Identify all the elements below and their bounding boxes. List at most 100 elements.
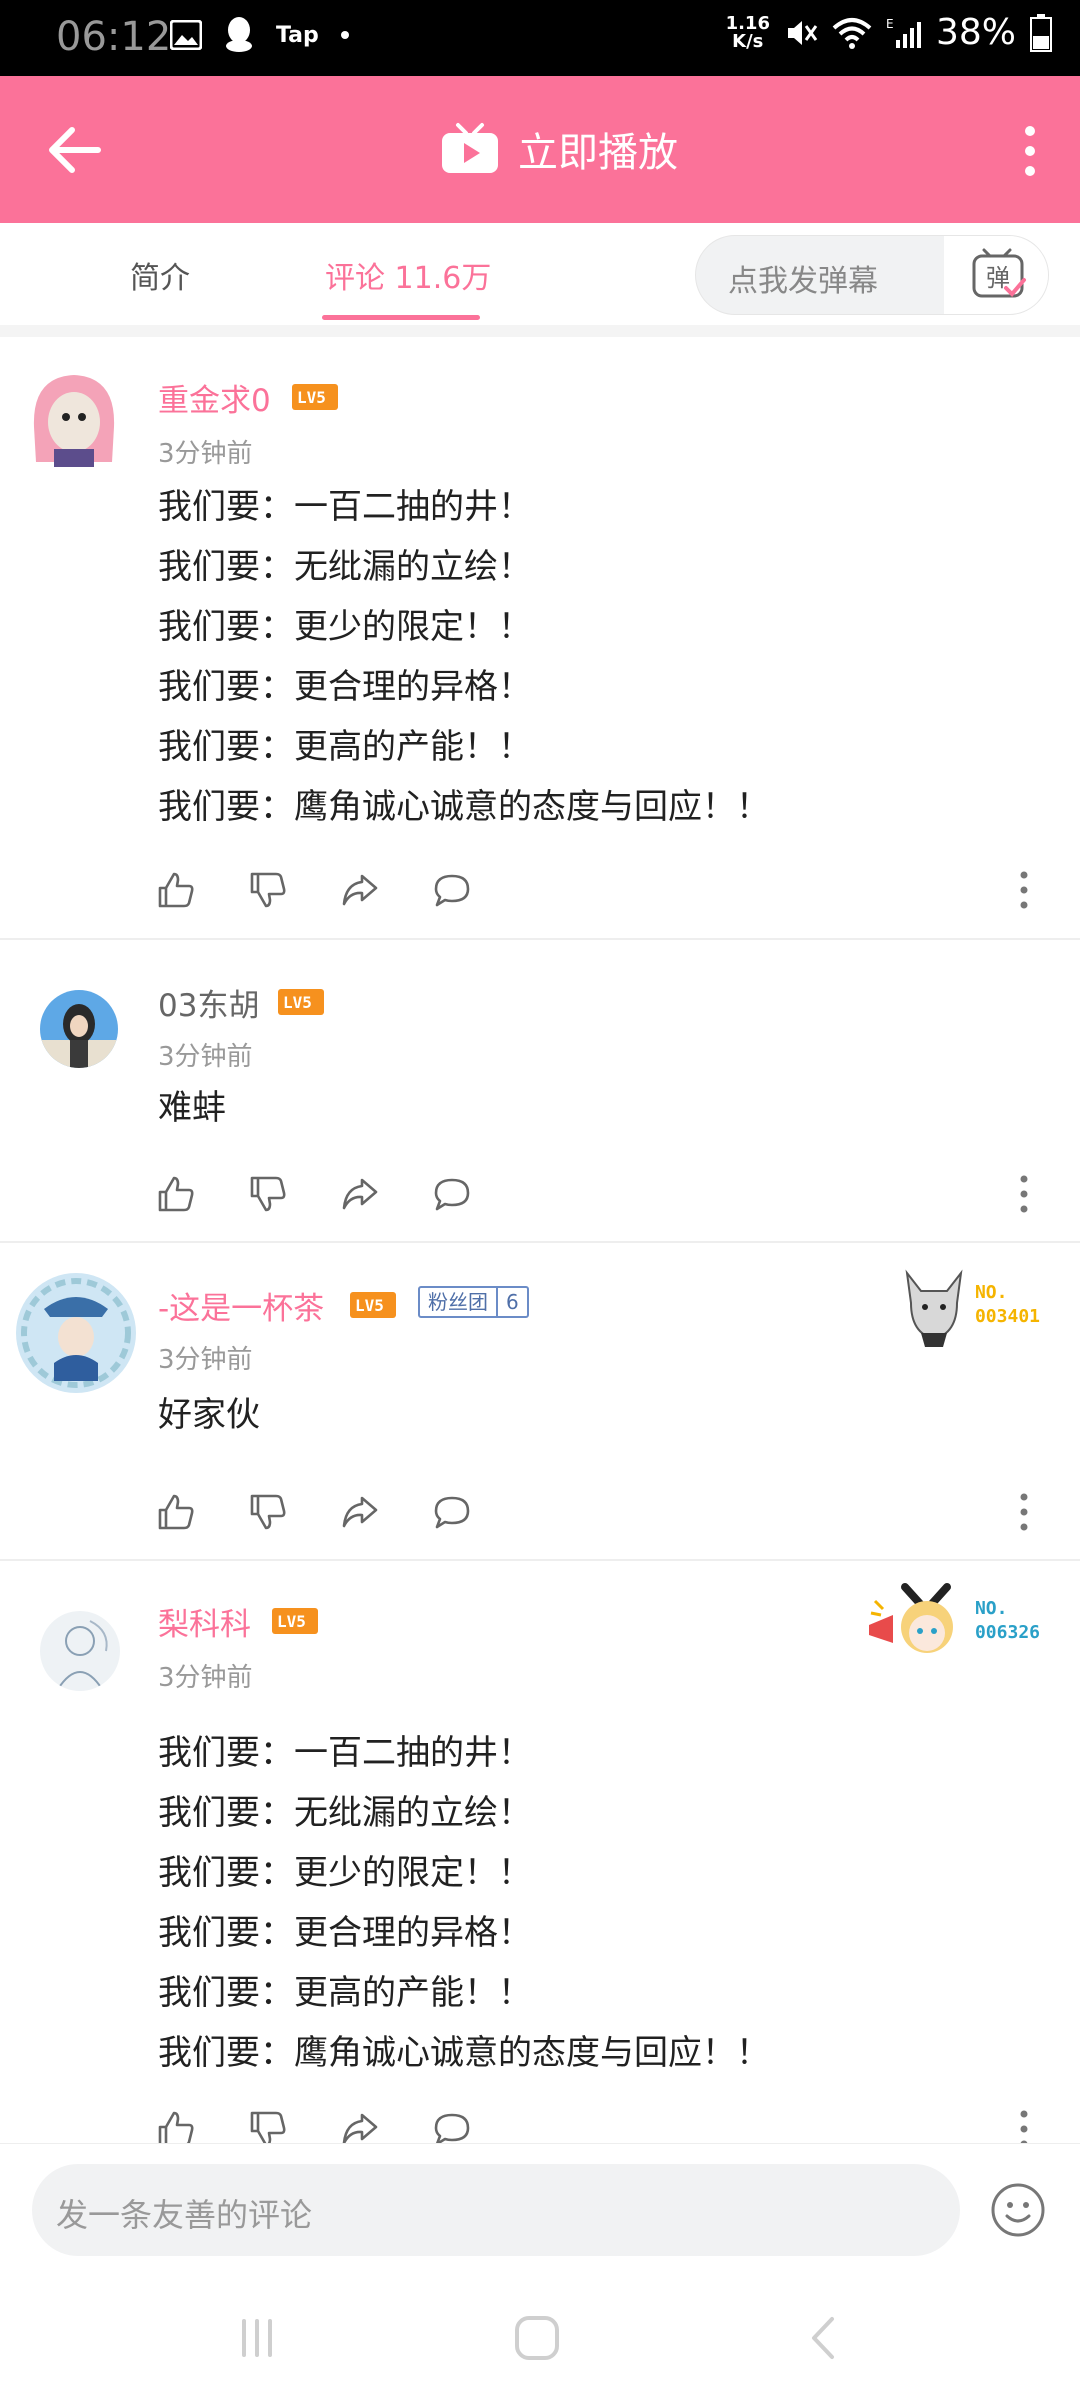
mute-icon [787,20,818,45]
wolf-mascot-icon [905,1269,963,1347]
share-icon[interactable] [340,870,380,910]
status-time: 06:12 [56,14,172,60]
svg-text:LV5: LV5 [277,1612,306,1631]
comment-body: 我们要：一百二抽的井！ 我们要：无纰漏的立绘！ 我们要：更少的限定！！ 我们要：… [158,1723,770,2083]
image-icon [170,20,202,50]
comment-line: 我们要：鹰角诚心诚意的态度与回应！！ [158,787,770,827]
more-vertical-icon[interactable] [1010,121,1050,181]
comment-time: 3分钟前 [158,1042,253,1072]
share-icon[interactable] [340,1492,380,1532]
dot-icon [340,31,349,39]
avatar-image [33,375,115,467]
avatar[interactable] [40,990,118,1068]
collection-card[interactable]: NO. 003401 [899,1263,1040,1347]
comment-time: 3分钟前 [158,1663,253,1693]
comment-actions [156,1174,472,1214]
collection-number: NO. 003401 [974,1282,1040,1327]
comment-line: 我们要：更少的限定！！ [158,1853,532,1893]
avatar[interactable] [24,367,124,467]
comment-time: 3分钟前 [158,439,253,469]
status-right-icons: 1.16 K/s E 38% [726,12,1052,53]
comment-more-icon[interactable] [1018,870,1030,910]
like-icon[interactable] [156,2109,196,2143]
net-speed: 1.16 K/s [725,12,770,52]
comment-line: 我们要：无纰漏的立绘！ [158,547,532,587]
comment-item: -这是一杯茶 LV5 粉丝团 6 NO. 003401 3分钟前 好家伙 [0,1243,1080,1561]
comment-line: 好家伙 [158,1395,260,1435]
username[interactable]: -这是一杯茶 [158,1283,324,1328]
comment-actions [156,870,472,910]
battery-icon [1030,13,1052,52]
danmaku-placeholder: 点我发弹幕 [728,264,878,299]
qq-icon [226,17,252,52]
comment-line: 我们要：更少的限定！！ [158,607,532,647]
svg-text:LV5: LV5 [297,388,326,407]
emoji-icon[interactable] [990,2182,1046,2238]
tab-intro[interactable]: 简介 [130,253,190,297]
recent-apps-icon[interactable] [232,2313,282,2363]
tv-play-icon [442,123,498,173]
fan-club-badge[interactable]: 粉丝团 6 [418,1286,529,1318]
signal-icon: E [886,17,921,48]
danmaku-toggle[interactable]: 弹 [944,236,1048,314]
comment-time: 3分钟前 [158,1345,253,1375]
danmaku-icon: 弹 [972,248,1026,298]
reply-icon[interactable] [432,1174,472,1214]
collection-number: NO. 006326 [974,1598,1040,1643]
battery-percent: 38% [935,12,1016,53]
comment-actions [156,1492,472,1532]
svg-text:LV5: LV5 [355,1296,384,1315]
level-badge: LV5 [350,1292,396,1318]
reply-icon[interactable] [432,1492,472,1532]
status-left-icons: Tap [170,16,349,54]
tap-label: Tap [276,22,319,48]
comment-input[interactable]: 发一条友善的评论 [32,2164,960,2256]
comment-body: 难蚌 [158,1078,226,1138]
app-bar: 立即播放 [0,76,1080,223]
status-bar: 06:12 Tap 1.16 K/s E 38% [0,0,1080,76]
comment-more-icon[interactable] [1018,1492,1030,1532]
comment-line: 我们要：更合理的异格！ [158,1913,532,1953]
dislike-icon[interactable] [248,2109,288,2143]
dislike-icon[interactable] [248,1492,288,1532]
username[interactable]: 03东胡 [158,980,259,1025]
play-now-button[interactable]: 立即播放 [440,120,678,178]
level-badge: LV5 [292,384,338,410]
dislike-icon[interactable] [248,870,288,910]
like-icon[interactable] [156,1492,196,1532]
fan-club-label: 粉丝团 [428,1290,488,1314]
comment-item: 03东胡 LV5 3分钟前 难蚌 [0,940,1080,1243]
avatar[interactable] [40,1611,120,1691]
tab-row: 简介 评论 11.6万 点我发弹幕 弹 [0,223,1080,325]
tab-active-indicator [322,315,480,320]
system-nav-bar [0,2263,1080,2400]
tab-comments[interactable]: 评论 11.6万 [325,253,491,297]
comment-line: 我们要：鹰角诚心诚意的态度与回应！！ [158,2033,770,2073]
collection-card[interactable]: NO. 006326 [865,1581,1040,1661]
share-icon[interactable] [340,2109,380,2143]
comment-line: 我们要：无纰漏的立绘！ [158,1793,532,1833]
back-nav-icon[interactable] [798,2313,848,2363]
avatar[interactable] [14,1271,138,1395]
comment-line: 我们要：一百二抽的井！ [158,487,532,527]
avatar-image [16,1273,136,1393]
share-icon[interactable] [340,1174,380,1214]
reply-icon[interactable] [432,2109,472,2143]
comment-more-icon[interactable] [1018,2109,1030,2143]
reply-icon[interactable] [432,870,472,910]
comment-item: 重金求0 LV5 3分钟前 我们要：一百二抽的井！ 我们要：无纰漏的立绘！ 我们… [0,337,1080,940]
svg-text:LV5: LV5 [283,993,312,1012]
danmaku-input[interactable]: 点我发弹幕 弹 [695,235,1049,315]
like-icon[interactable] [156,1174,196,1214]
username[interactable]: 重金求0 [158,375,271,420]
dislike-icon[interactable] [248,1174,288,1214]
back-arrow-icon[interactable] [42,118,106,182]
username[interactable]: 梨科科 [158,1599,251,1644]
like-icon[interactable] [156,870,196,910]
home-icon[interactable] [512,2313,562,2363]
comment-more-icon[interactable] [1018,1174,1030,1214]
comment-line: 难蚌 [158,1088,226,1128]
level-badge: LV5 [272,1608,318,1634]
comment-input-placeholder: 发一条友善的评论 [56,2196,313,2234]
section-divider [0,325,1080,337]
